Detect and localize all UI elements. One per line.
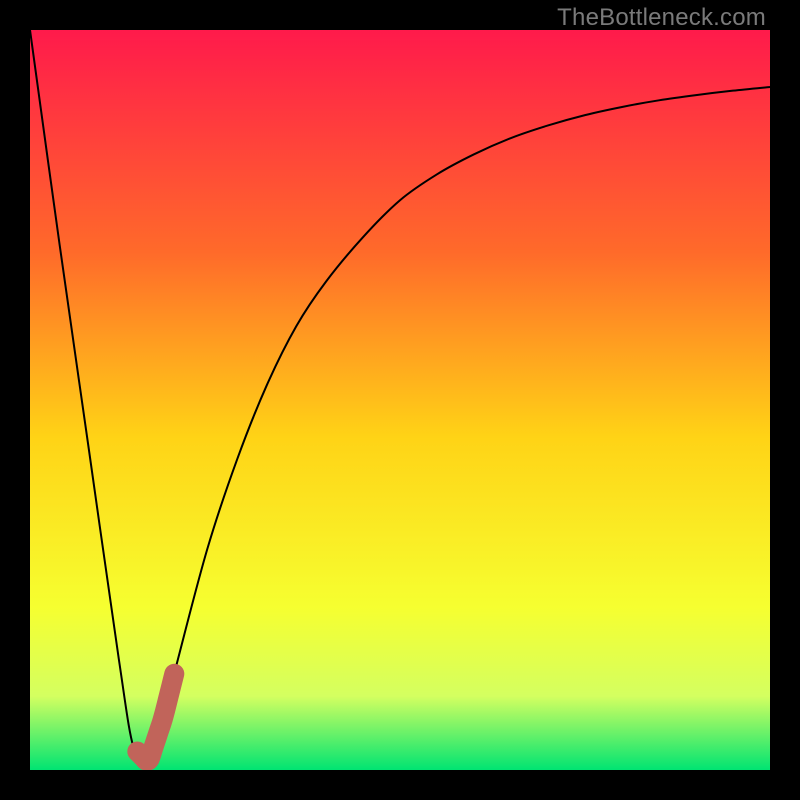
plot-area: [30, 30, 770, 770]
highlight-marker: [137, 674, 174, 761]
bottleneck-curve: [30, 30, 770, 765]
watermark-text: TheBottleneck.com: [557, 4, 766, 32]
curve-layer: [30, 30, 770, 770]
chart-frame: TheBottleneck.com: [0, 0, 800, 800]
